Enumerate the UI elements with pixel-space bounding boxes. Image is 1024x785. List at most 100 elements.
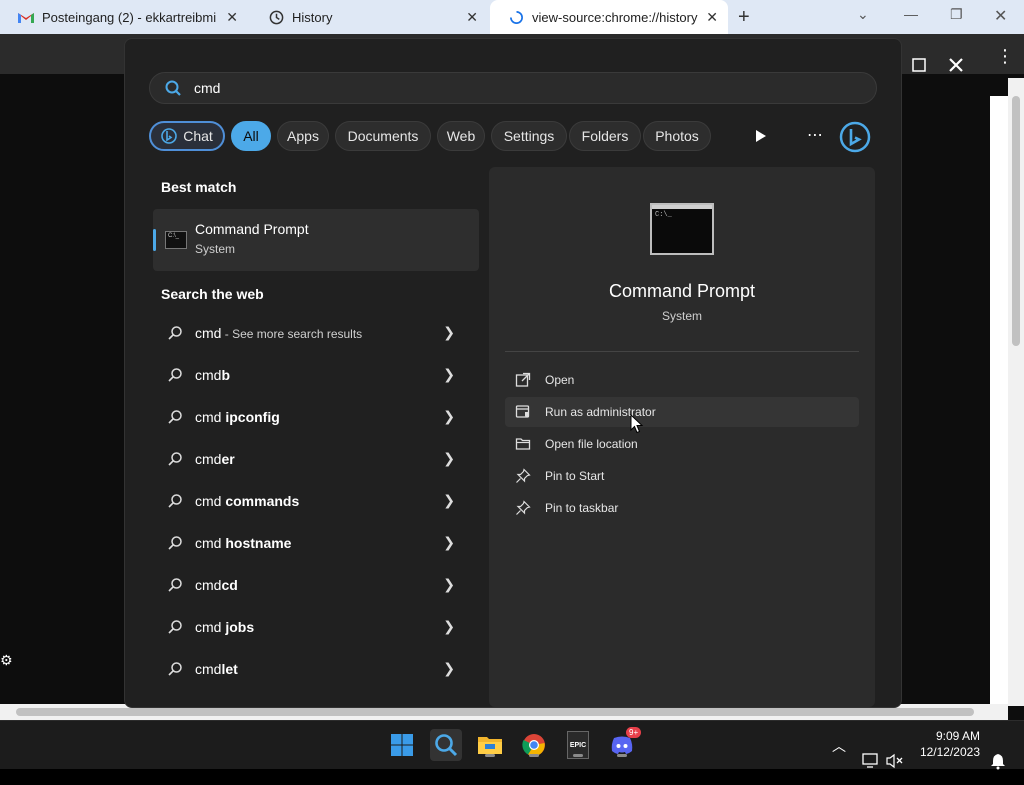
web-result[interactable]: cmd - See more search results ❯ (153, 315, 479, 351)
start-button[interactable] (386, 729, 418, 761)
more-menu-icon[interactable]: ⋮ (996, 46, 1014, 67)
web-result[interactable]: cmd ipconfig ❯ (153, 399, 479, 435)
result-suggestion: commands (225, 493, 300, 509)
search-box[interactable] (149, 72, 877, 104)
close-icon[interactable]: ✕ (706, 9, 718, 26)
result-text: cmd (195, 409, 226, 425)
tab-gmail[interactable]: Posteingang (2) - ekkartreibmire ✕ (0, 0, 248, 34)
clock-date: 12/12/2023 (919, 745, 980, 759)
close-icon[interactable]: ✕ (466, 9, 478, 26)
action-pin-to-start[interactable]: Pin to Start (505, 461, 859, 491)
chevron-up-icon[interactable]: ︿ (832, 736, 846, 784)
search-web-header: Search the web (161, 286, 264, 302)
divider (505, 351, 859, 352)
vertical-scrollbar[interactable] (1008, 78, 1024, 706)
result-text: cmd (195, 367, 222, 383)
web-result[interactable]: cmdcd ❯ (153, 567, 479, 603)
chevron-right-icon: ❯ (443, 366, 455, 382)
search-icon (168, 410, 182, 424)
filter-photos[interactable]: Photos (643, 121, 711, 151)
result-text: cmd (195, 577, 222, 593)
scroll-thumb[interactable] (16, 708, 974, 716)
network-icon[interactable] (862, 737, 880, 785)
maximize-icon[interactable] (912, 58, 926, 72)
folder-icon (478, 737, 502, 754)
filter-apps[interactable]: Apps (277, 121, 329, 151)
epic-label: EPIC (569, 741, 587, 749)
bing-chat-icon (161, 128, 178, 144)
web-result[interactable]: cmder ❯ (153, 441, 479, 477)
close-icon[interactable]: ✕ (226, 9, 238, 26)
discord-button[interactable]: 9+ (606, 727, 642, 761)
clock[interactable]: 9:09 AM 12/12/2023 (918, 728, 980, 760)
gear-icon[interactable]: ⚙ (0, 652, 13, 669)
search-icon (168, 452, 182, 466)
tab-search-icon[interactable]: ⌄ (857, 6, 869, 23)
close-icon[interactable] (948, 57, 964, 73)
search-input[interactable] (192, 79, 796, 97)
web-result[interactable]: cmdb ❯ (153, 357, 479, 393)
volume-muted-icon[interactable] (886, 737, 904, 785)
filter-label: Photos (655, 128, 699, 144)
chrome-button[interactable] (518, 729, 550, 761)
web-result[interactable]: cmd jobs ❯ (153, 609, 479, 645)
best-match-item[interactable]: C:\_ Command Prompt System (153, 209, 479, 271)
action-pin-to-taskbar[interactable]: Pin to taskbar (505, 493, 859, 523)
minimize-icon[interactable]: — (904, 6, 918, 22)
action-label: Pin to Start (545, 469, 605, 483)
shield-window-icon (515, 405, 530, 418)
pin-icon (516, 500, 531, 515)
action-run-as-administrator[interactable]: Run as administrator (505, 397, 859, 427)
running-indicator (573, 754, 583, 757)
tab-history[interactable]: History ✕ (250, 0, 488, 34)
gmail-icon (18, 9, 34, 25)
folder-icon (515, 438, 531, 450)
search-icon (168, 536, 182, 550)
restore-icon[interactable]: ❐ (950, 6, 963, 23)
selection-indicator (153, 229, 156, 251)
filter-web[interactable]: Web (437, 121, 485, 151)
taskbar-search-button[interactable] (430, 729, 462, 761)
new-tab-button[interactable]: + (738, 6, 750, 29)
filter-label: Folders (581, 128, 629, 144)
running-indicator (617, 754, 627, 757)
tab-view-source[interactable]: view-source:chrome://history ✕ (490, 0, 728, 34)
close-window-icon[interactable]: ✕ (994, 6, 1007, 26)
search-icon (168, 620, 182, 634)
notification-badge: 9+ (626, 727, 642, 738)
web-result[interactable]: cmdlet ❯ (153, 651, 479, 687)
history-icon (268, 9, 284, 25)
result-text: cmd (195, 535, 226, 551)
result-suggestion: jobs (225, 619, 255, 635)
filter-folders[interactable]: Folders (569, 121, 641, 151)
tab-title: History (292, 9, 333, 25)
filter-settings[interactable]: Settings (491, 121, 567, 151)
filter-documents[interactable]: Documents (335, 121, 431, 151)
file-explorer-button[interactable] (474, 729, 506, 761)
epic-games-button[interactable]: EPIC (562, 729, 594, 761)
more-options-icon[interactable]: ⋯ (807, 125, 823, 145)
result-text: cmd (195, 661, 222, 677)
play-icon[interactable] (755, 129, 767, 143)
bing-icon[interactable] (839, 121, 871, 153)
result-text: cmd (195, 493, 226, 509)
chevron-right-icon: ❯ (443, 408, 455, 424)
result-hint: - See more search results (221, 327, 363, 341)
web-result[interactable]: cmd hostname ❯ (153, 525, 479, 561)
best-match-subtitle: System (195, 242, 236, 256)
notification-bell-icon[interactable] (990, 737, 1006, 785)
web-result[interactable]: cmd commands ❯ (153, 483, 479, 519)
chevron-right-icon: ❯ (443, 660, 455, 676)
result-suggestion: ipconfig (225, 409, 280, 425)
tab-title: Posteingang (2) - ekkartreibmire (42, 9, 217, 25)
filter-chat[interactable]: Chat (149, 121, 225, 151)
scroll-thumb[interactable] (1012, 96, 1020, 346)
filter-label: Web (446, 128, 476, 144)
action-open-file-location[interactable]: Open file location (505, 429, 859, 459)
chevron-right-icon: ❯ (443, 492, 455, 508)
action-open[interactable]: Open (505, 365, 859, 395)
running-indicator (529, 754, 539, 757)
filter-label: Settings (503, 128, 555, 144)
filter-all[interactable]: All (231, 121, 271, 151)
pin-icon (516, 468, 531, 483)
